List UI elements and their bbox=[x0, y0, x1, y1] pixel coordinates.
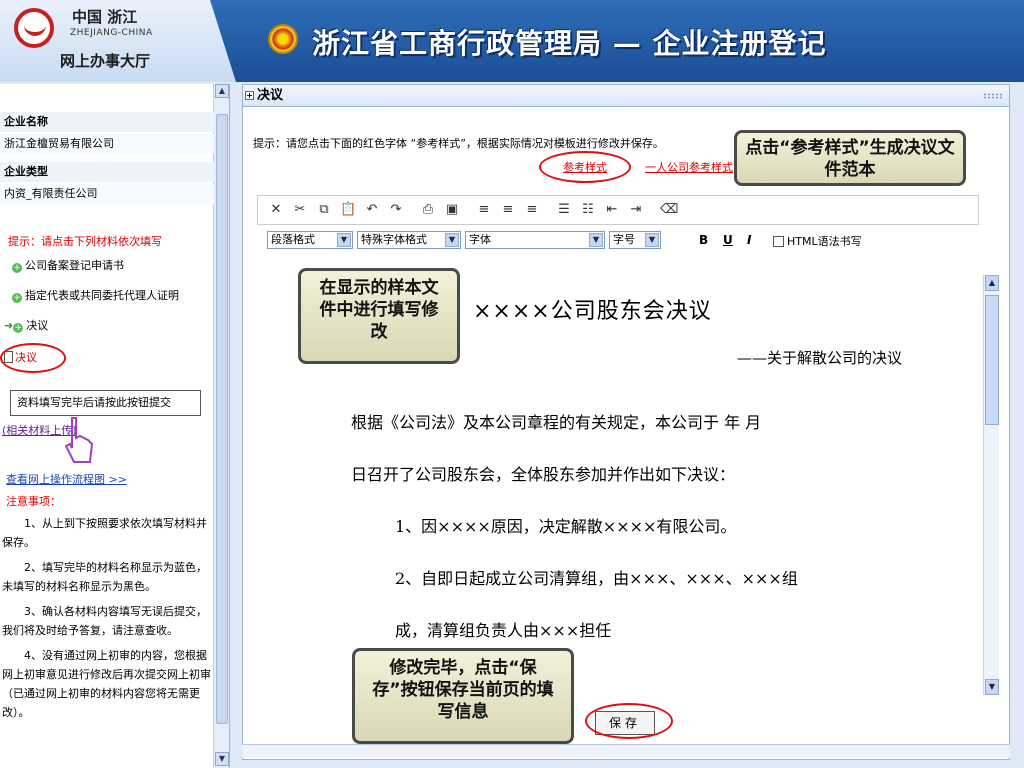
special-font-select[interactable]: 特殊字体格式 ▼ bbox=[357, 231, 461, 249]
sidebar-item-label: 公司备案登记申请书 bbox=[25, 259, 124, 272]
print-icon[interactable]: ⎙ bbox=[420, 202, 436, 218]
logo-english: ZHEJIANG-CHINA bbox=[70, 28, 153, 38]
plus-icon: + bbox=[13, 323, 24, 333]
document-paragraph[interactable]: 2、自即日起成立公司清算组，由×××、×××、×××组 bbox=[395, 565, 798, 589]
bottom-bar bbox=[242, 744, 1010, 758]
align-right-icon[interactable]: ≡ bbox=[524, 202, 540, 218]
note-1: 1、从上到下按照要求依次填写材料并保存。 bbox=[2, 517, 207, 549]
note-2: 2、填写完毕的材料名称显示为蓝色，未填写的材料名称显示为黑色。 bbox=[2, 561, 207, 593]
arrow-right-icon: ➜ bbox=[4, 319, 14, 332]
chevron-down-icon: ▼ bbox=[589, 233, 603, 247]
paste-icon[interactable]: 📋 bbox=[340, 202, 356, 218]
scissors-icon[interactable]: ✂ bbox=[292, 202, 308, 218]
scroll-thumb[interactable] bbox=[216, 114, 228, 724]
undo-icon[interactable]: ↶ bbox=[364, 202, 380, 218]
underline-button[interactable]: U bbox=[723, 233, 733, 247]
bold-button[interactable]: B bbox=[699, 233, 708, 247]
chevron-down-icon: ▼ bbox=[337, 233, 351, 247]
emblem-icon bbox=[268, 24, 298, 54]
scroll-thumb[interactable] bbox=[985, 295, 999, 425]
note-4: 4、没有通过网上初审的内容，您根据网上初审意见进行修改后再次提交网上初审（已通过… bbox=[2, 649, 211, 719]
site-title: 浙江省工商行政管理局 — 企业注册登记 bbox=[312, 27, 827, 60]
grip-icon bbox=[983, 93, 1003, 99]
company-type-value: 内资_有限责任公司 bbox=[0, 184, 214, 204]
company-name-value: 浙江金檀贸易有限公司 bbox=[0, 134, 214, 154]
font-size-select[interactable]: 字号 ▼ bbox=[609, 231, 661, 249]
align-left-icon[interactable]: ≡ bbox=[476, 202, 492, 218]
panel-title: 决议 bbox=[257, 88, 284, 103]
highlight-oval bbox=[0, 343, 66, 373]
format-toolbar: 段落格式 ▼ 特殊字体格式 ▼ 字体 ▼ 字号 ▼ B U I HTML语法书写 bbox=[257, 229, 979, 253]
outdent-icon[interactable]: ⇤ bbox=[604, 202, 620, 218]
sidebar: ▲ ▼ 企业名称 浙江金檀贸易有限公司 企业类型 内资_有限责任公司 提示：请点… bbox=[0, 84, 230, 768]
page-header: 中国 浙江 ZHEJIANG-CHINA 网上办事大厅 浙江省工商行政管理局 —… bbox=[0, 0, 1024, 82]
sidebar-item-proxy[interactable]: + 指定代表或共同委托代理人证明 bbox=[12, 286, 179, 306]
callout-edit: 在显示的样本文件中进行填写修改 bbox=[298, 268, 460, 364]
chevron-down-icon: ▼ bbox=[645, 233, 659, 247]
align-center-icon[interactable]: ≡ bbox=[500, 202, 516, 218]
scroll-down-icon[interactable]: ▼ bbox=[985, 679, 999, 695]
cursor-hand-icon bbox=[64, 417, 94, 463]
callout-reference: 点击“参考样式”生成决议文件范本 bbox=[734, 130, 966, 186]
document-paragraph[interactable]: 成，清算组负责人由×××担任 bbox=[395, 617, 611, 641]
unordered-list-icon[interactable]: ☷ bbox=[580, 202, 596, 218]
callout-save: 修改完毕，点击“保存”按钮保存当前页的填写信息 bbox=[352, 648, 574, 744]
redo-icon[interactable]: ↷ bbox=[388, 202, 404, 218]
plus-icon: + bbox=[12, 293, 22, 303]
scroll-up-icon[interactable]: ▲ bbox=[215, 84, 229, 98]
highlight-oval bbox=[539, 151, 631, 183]
sidebar-hint: 提示：请点击下列材料依次填写 bbox=[8, 235, 162, 248]
note-3: 3、确认各材料内容填写无误后提交，我们将及时给予答复，请注意查收。 bbox=[2, 605, 207, 637]
document-paragraph[interactable]: 日召开了公司股东会，全体股东参加并作出如下决议： bbox=[351, 461, 735, 485]
plus-icon: + bbox=[12, 263, 22, 273]
chevron-down-icon: ▼ bbox=[445, 233, 459, 247]
logo-title: 中国 浙江 bbox=[72, 8, 138, 26]
document-subtitle[interactable]: ——关于解散公司的决议 bbox=[737, 347, 902, 368]
single-company-reference-link[interactable]: 一人公司参考样式 bbox=[645, 159, 733, 175]
template-hint: 提示：请您点击下面的红色字体 “参考样式”，根据实际情况对模板进行修改并保存。 bbox=[253, 137, 664, 150]
checkbox-icon bbox=[773, 236, 784, 247]
save-icon[interactable]: ▣ bbox=[444, 202, 460, 218]
document-paragraph[interactable]: 1、因××××原因，决定解散××××有限公司。 bbox=[395, 513, 736, 537]
html-mode-checkbox[interactable]: HTML语法书写 bbox=[773, 233, 862, 249]
document-title[interactable]: ××××公司股东会决议 bbox=[473, 293, 712, 325]
indent-icon[interactable]: ⇥ bbox=[628, 202, 644, 218]
logo-panel: 中国 浙江 ZHEJIANG-CHINA 网上办事大厅 bbox=[0, 0, 236, 82]
document-paragraph[interactable]: 根据《公司法》及本公司章程的有关规定，本公司于 年 月 bbox=[351, 409, 761, 433]
zhejiang-logo-icon bbox=[14, 8, 54, 48]
clear-format-icon[interactable]: ⌫ bbox=[660, 202, 678, 218]
font-family-select[interactable]: 字体 ▼ bbox=[465, 231, 605, 249]
editor-toolbar: ✕ ✂ ⧉ 📋 ↶ ↷ ⎙ ▣ ≡ ≡ ≡ ☰ ☷ ⇤ ⇥ ⌫ bbox=[257, 195, 979, 225]
copy-icon[interactable]: ⧉ bbox=[316, 202, 332, 218]
sidebar-item-application[interactable]: + 公司备案登记申请书 bbox=[12, 256, 124, 276]
logo-subtitle: 网上办事大厅 bbox=[60, 52, 151, 70]
sidebar-item-label: 指定代表或共同委托代理人证明 bbox=[25, 289, 179, 302]
company-name-label: 企业名称 bbox=[0, 112, 214, 132]
submit-button[interactable]: 资料填写完毕后请按此按钮提交 bbox=[10, 390, 201, 416]
highlight-oval bbox=[585, 703, 673, 739]
notes-title: 注意事项： bbox=[6, 495, 61, 508]
cut-icon[interactable]: ✕ bbox=[268, 202, 284, 218]
sidebar-scrollbar[interactable]: ▲ ▼ bbox=[213, 84, 229, 768]
company-type-label: 企业类型 bbox=[0, 162, 214, 182]
scroll-down-icon[interactable]: ▼ bbox=[215, 752, 229, 766]
flow-chart-link[interactable]: 查看网上操作流程图 >> bbox=[6, 471, 127, 487]
scroll-up-icon[interactable]: ▲ bbox=[985, 275, 999, 291]
paragraph-format-select[interactable]: 段落格式 ▼ bbox=[267, 231, 353, 249]
collapse-toggle-icon[interactable]: + bbox=[245, 91, 254, 100]
panel-header: + 决议 bbox=[243, 85, 1009, 107]
italic-button[interactable]: I bbox=[747, 233, 751, 247]
document-scrollbar[interactable]: ▲ ▼ bbox=[983, 275, 999, 695]
sidebar-item-resolution[interactable]: ➜+ 决议 bbox=[4, 316, 48, 336]
sidebar-item-label: 决议 bbox=[26, 319, 49, 332]
ordered-list-icon[interactable]: ☰ bbox=[556, 202, 572, 218]
